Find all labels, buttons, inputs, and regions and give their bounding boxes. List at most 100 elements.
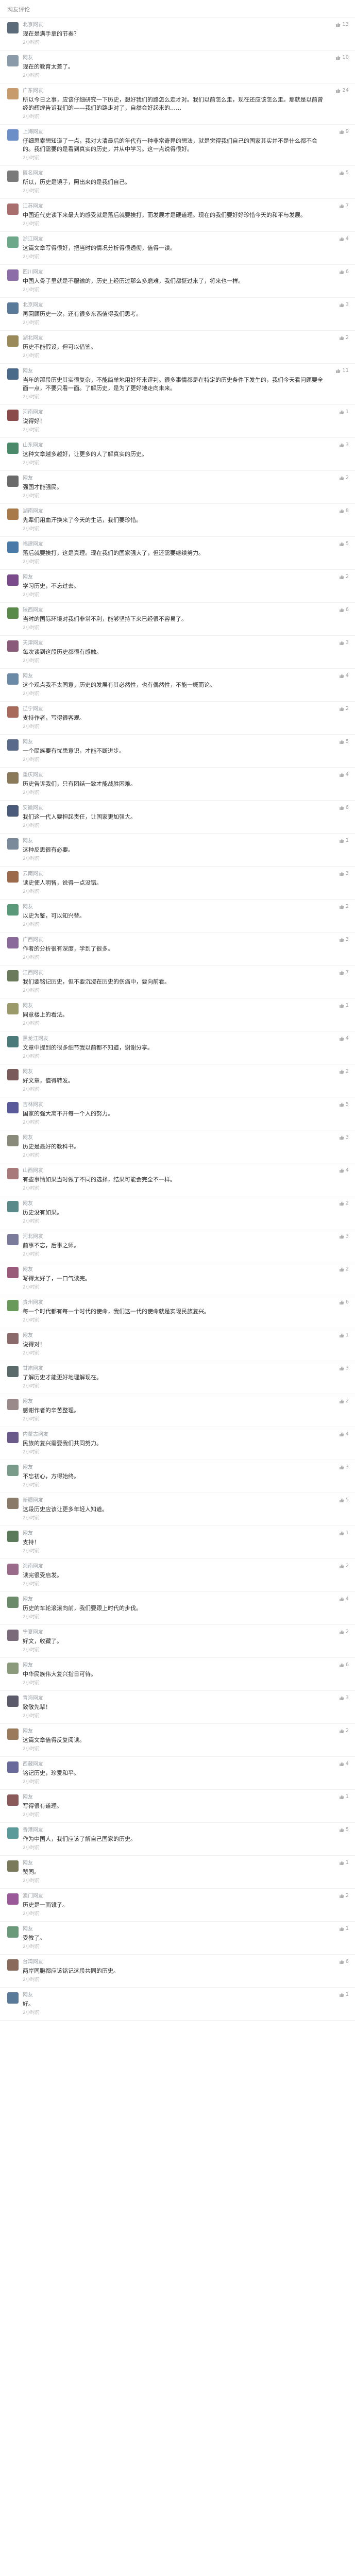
- like-button[interactable]: 2: [339, 475, 349, 481]
- avatar[interactable]: [7, 937, 19, 948]
- avatar[interactable]: [7, 1234, 19, 1245]
- like-button[interactable]: 5: [339, 1101, 349, 1107]
- avatar[interactable]: [7, 443, 19, 454]
- avatar[interactable]: [7, 1794, 19, 1806]
- avatar[interactable]: [7, 1366, 19, 1377]
- like-button[interactable]: 9: [339, 129, 349, 134]
- like-button[interactable]: 1: [339, 409, 349, 415]
- comment-username[interactable]: 云南网友: [23, 871, 325, 878]
- avatar[interactable]: [7, 1564, 19, 1575]
- avatar[interactable]: [7, 1663, 19, 1674]
- avatar[interactable]: [7, 335, 19, 347]
- avatar[interactable]: [7, 1597, 19, 1608]
- comment-username[interactable]: 广东网友: [23, 88, 325, 95]
- comment-username[interactable]: 山东网友: [23, 442, 325, 449]
- avatar[interactable]: [7, 1860, 19, 1872]
- avatar[interactable]: [7, 1102, 19, 1113]
- like-button[interactable]: 2: [339, 1398, 349, 1404]
- like-button[interactable]: 6: [339, 805, 349, 810]
- comment-username[interactable]: 网友: [23, 368, 325, 375]
- avatar[interactable]: [7, 1003, 19, 1014]
- like-button[interactable]: 5: [339, 739, 349, 744]
- like-button[interactable]: 11: [335, 368, 349, 374]
- avatar[interactable]: [7, 1432, 19, 1443]
- avatar[interactable]: [7, 88, 19, 99]
- avatar[interactable]: [7, 1827, 19, 1839]
- comment-username[interactable]: 网友: [23, 904, 325, 911]
- like-button[interactable]: 13: [335, 22, 349, 27]
- comment-username[interactable]: 网友: [23, 673, 325, 680]
- comment-username[interactable]: 浙江网友: [23, 236, 325, 243]
- like-button[interactable]: 4: [339, 1431, 349, 1437]
- like-button[interactable]: 1: [339, 1332, 349, 1338]
- avatar[interactable]: [7, 640, 19, 652]
- comment-username[interactable]: 西藏网友: [23, 1761, 325, 1768]
- like-button[interactable]: 24: [335, 88, 349, 93]
- like-button[interactable]: 4: [339, 772, 349, 777]
- avatar[interactable]: [7, 673, 19, 685]
- avatar[interactable]: [7, 22, 19, 33]
- like-button[interactable]: 2: [339, 1266, 349, 1272]
- like-button[interactable]: 4: [339, 673, 349, 679]
- comment-username[interactable]: 新疆网友: [23, 1497, 325, 1504]
- like-button[interactable]: 4: [339, 1036, 349, 1041]
- comment-username[interactable]: 吉林网友: [23, 1101, 325, 1109]
- avatar[interactable]: [7, 236, 19, 248]
- like-button[interactable]: 1: [339, 1003, 349, 1008]
- comment-username[interactable]: 网友: [23, 1860, 325, 1867]
- like-button[interactable]: 3: [339, 1233, 349, 1239]
- avatar[interactable]: [7, 1135, 19, 1146]
- like-button[interactable]: 5: [339, 170, 349, 176]
- avatar[interactable]: [7, 706, 19, 718]
- avatar[interactable]: [7, 1036, 19, 1047]
- comment-username[interactable]: 网友: [23, 1926, 325, 1933]
- like-button[interactable]: 2: [339, 1069, 349, 1074]
- comment-username[interactable]: 网友: [23, 1398, 325, 1405]
- avatar[interactable]: [7, 1399, 19, 1410]
- like-button[interactable]: 2: [339, 904, 349, 909]
- comment-username[interactable]: 香港网友: [23, 1827, 325, 1834]
- avatar[interactable]: [7, 772, 19, 784]
- comment-username[interactable]: 网友: [23, 1200, 325, 1208]
- comment-username[interactable]: 黑龙江网友: [23, 1036, 325, 1043]
- avatar[interactable]: [7, 1069, 19, 1080]
- like-button[interactable]: 6: [339, 1662, 349, 1668]
- comment-username[interactable]: 北京网友: [23, 302, 325, 309]
- comment-username[interactable]: 天津网友: [23, 640, 325, 647]
- comment-username[interactable]: 陕西网友: [23, 607, 325, 614]
- avatar[interactable]: [7, 1267, 19, 1278]
- like-button[interactable]: 10: [335, 55, 349, 60]
- comment-username[interactable]: 上海网友: [23, 129, 325, 136]
- comment-username[interactable]: 河南网友: [23, 409, 325, 416]
- comment-username[interactable]: 网友: [23, 1530, 325, 1537]
- like-button[interactable]: 8: [339, 508, 349, 514]
- like-button[interactable]: 4: [339, 1761, 349, 1767]
- comment-username[interactable]: 海南网友: [23, 1563, 325, 1570]
- like-button[interactable]: 6: [339, 269, 349, 275]
- comment-username[interactable]: 网友: [23, 1794, 325, 1801]
- comment-username[interactable]: 网友: [23, 1003, 325, 1010]
- like-button[interactable]: 5: [339, 541, 349, 547]
- comment-username[interactable]: 网友: [23, 475, 325, 482]
- avatar[interactable]: [7, 1761, 19, 1773]
- comment-username[interactable]: 湖北网友: [23, 335, 325, 342]
- like-button[interactable]: 1: [339, 1926, 349, 1931]
- like-button[interactable]: 2: [339, 1893, 349, 1899]
- like-button[interactable]: 2: [339, 335, 349, 341]
- avatar[interactable]: [7, 970, 19, 981]
- comment-username[interactable]: 网友: [23, 1332, 325, 1340]
- comment-username[interactable]: 湖南网友: [23, 508, 325, 515]
- avatar[interactable]: [7, 1465, 19, 1476]
- like-button[interactable]: 3: [339, 640, 349, 646]
- avatar[interactable]: [7, 1300, 19, 1311]
- comment-username[interactable]: 网友: [23, 1464, 325, 1471]
- like-button[interactable]: 2: [339, 1200, 349, 1206]
- avatar[interactable]: [7, 1531, 19, 1542]
- like-button[interactable]: 4: [339, 1596, 349, 1602]
- comment-username[interactable]: 澳门网友: [23, 1893, 325, 1900]
- comment-username[interactable]: 网友: [23, 1728, 325, 1735]
- like-button[interactable]: 3: [339, 871, 349, 876]
- like-button[interactable]: 6: [339, 1959, 349, 1964]
- avatar[interactable]: [7, 302, 19, 314]
- like-button[interactable]: 1: [339, 1530, 349, 1536]
